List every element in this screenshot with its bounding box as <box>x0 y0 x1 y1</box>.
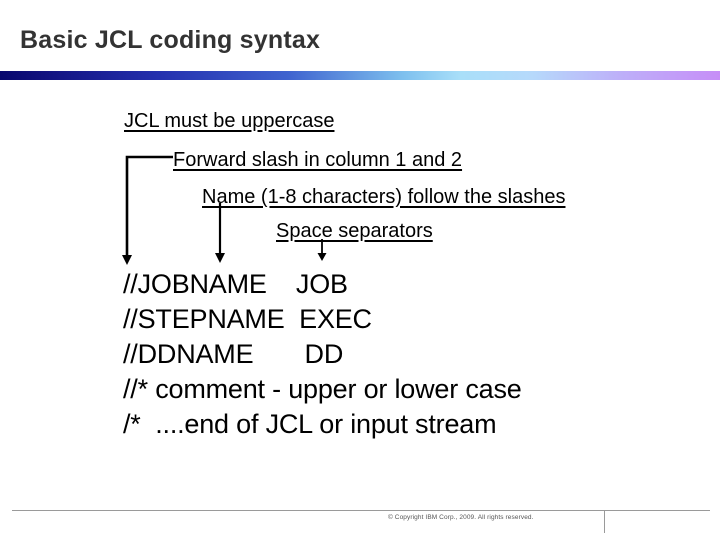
code-line-jobname: //JOBNAME JOB <box>123 269 348 299</box>
callout-uppercase: JCL must be uppercase <box>124 110 335 132</box>
page-title: Basic JCL coding syntax <box>20 26 321 54</box>
arrow-to-slashes <box>122 155 173 265</box>
code-line-stepname: //STEPNAME EXEC <box>123 304 372 334</box>
code-line-endjcl: /* ....end of JCL or input stream <box>123 409 497 439</box>
jcl-code-block: //JOBNAME JOB //STEPNAME EXEC //DDNAME D… <box>123 267 522 442</box>
slide-canvas: Basic JCL coding syntax JCL must be uppe… <box>0 0 720 540</box>
callout-space-separators: Space separators <box>276 220 433 242</box>
footer-divider-horizontal <box>12 510 710 511</box>
callout-name-characters: Name (1-8 characters) follow the slashes <box>202 186 566 208</box>
gradient-rule-svg <box>0 71 720 80</box>
copyright-notice: © Copyright IBM Corp., 2009. All rights … <box>388 514 534 521</box>
callout-forward-slash: Forward slash in column 1 and 2 <box>173 149 463 171</box>
footer-divider-vertical <box>604 511 605 533</box>
code-line-ddname: //DDNAME DD <box>123 339 344 369</box>
gradient-rule <box>0 67 720 80</box>
code-line-comment: //* comment - upper or lower case <box>123 374 522 404</box>
